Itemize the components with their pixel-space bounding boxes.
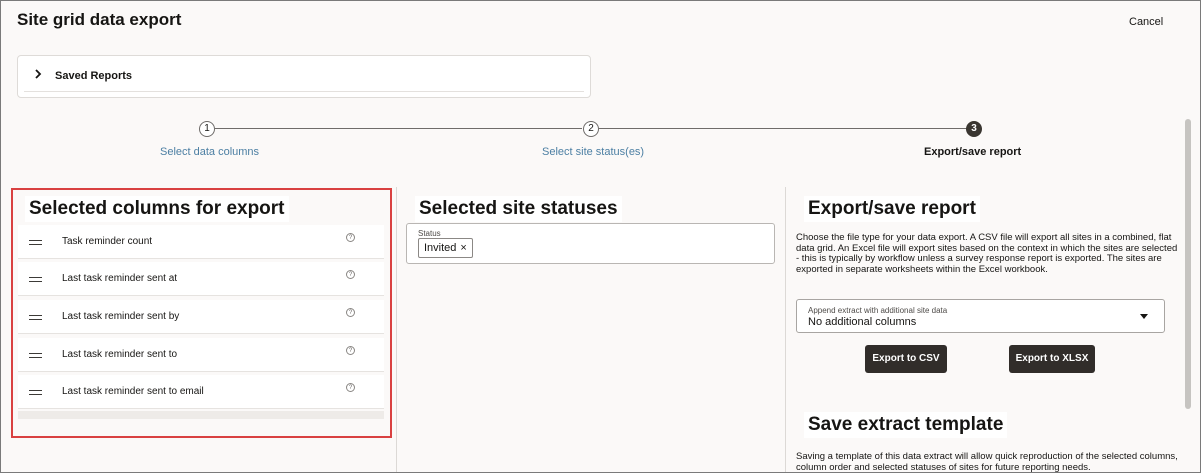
drag-handle-icon[interactable] bbox=[29, 240, 42, 245]
cancel-button[interactable]: Cancel bbox=[1129, 16, 1163, 28]
column-label: Last task reminder sent at bbox=[62, 273, 178, 284]
help-icon[interactable]: ? bbox=[346, 233, 355, 242]
save-template-heading: Save extract template bbox=[804, 412, 1008, 438]
drag-handle-icon[interactable] bbox=[29, 390, 42, 395]
page-title: Site grid data export bbox=[17, 10, 182, 29]
column-label: Last task reminder sent to email bbox=[62, 386, 204, 397]
saved-reports-section[interactable]: Saved Reports bbox=[17, 55, 591, 98]
column-row[interactable]: Last task reminder sent at ? bbox=[18, 262, 384, 296]
drag-handle-icon[interactable] bbox=[29, 277, 42, 282]
caret-down-icon[interactable] bbox=[1140, 314, 1148, 319]
append-extract-value: No additional columns bbox=[808, 316, 917, 328]
export-xlsx-button[interactable]: Export to XLSX bbox=[1009, 345, 1095, 373]
status-chip: Invited × bbox=[418, 238, 473, 258]
status-input[interactable]: Status Invited × bbox=[406, 223, 775, 264]
step-3-circle: 3 bbox=[966, 121, 982, 137]
append-extract-label: Append extract with additional site data bbox=[808, 306, 948, 315]
status-chip-label: Invited bbox=[424, 242, 457, 254]
column-row[interactable]: Last task reminder sent to email ? bbox=[18, 375, 384, 409]
step-connector bbox=[599, 128, 967, 129]
step-2-circle[interactable]: 2 bbox=[583, 121, 599, 137]
chevron-right-icon[interactable] bbox=[31, 67, 45, 81]
help-icon[interactable]: ? bbox=[346, 270, 355, 279]
column-label: Task reminder count bbox=[62, 236, 153, 247]
export-dialog: Site grid data export Cancel Saved Repor… bbox=[0, 0, 1201, 473]
selected-statuses-heading: Selected site statuses bbox=[415, 196, 622, 222]
selected-columns-heading: Selected columns for export bbox=[25, 196, 289, 222]
step-2-label[interactable]: Select site status(es) bbox=[542, 146, 644, 158]
export-csv-button[interactable]: Export to CSV bbox=[865, 345, 947, 373]
column-row[interactable]: Task reminder count ? bbox=[18, 225, 384, 259]
scrollbar-thumb[interactable] bbox=[1185, 119, 1191, 409]
column-label: Last task reminder sent to bbox=[62, 349, 178, 360]
column-divider bbox=[785, 187, 786, 472]
drag-handle-icon[interactable] bbox=[29, 315, 42, 320]
divider bbox=[24, 91, 584, 92]
export-save-heading: Export/save report bbox=[804, 196, 980, 222]
help-icon[interactable]: ? bbox=[346, 308, 355, 317]
column-row[interactable]: Last task reminder sent to ? bbox=[18, 338, 384, 372]
status-field-label: Status bbox=[418, 229, 441, 238]
list-footer bbox=[18, 411, 384, 419]
append-extract-select[interactable]: Append extract with additional site data… bbox=[796, 299, 1165, 333]
step-1-circle[interactable]: 1 bbox=[199, 121, 215, 137]
template-description: Saving a template of this data extract w… bbox=[796, 451, 1178, 473]
help-icon[interactable]: ? bbox=[346, 346, 355, 355]
column-row[interactable]: Last task reminder sent by ? bbox=[18, 300, 384, 334]
help-icon[interactable]: ? bbox=[346, 383, 355, 392]
remove-chip-icon[interactable]: × bbox=[460, 242, 466, 254]
column-label: Last task reminder sent by bbox=[62, 311, 180, 322]
step-3-label: Export/save report bbox=[924, 146, 1022, 158]
export-description: Choose the file type for your data expor… bbox=[796, 232, 1178, 275]
drag-handle-icon[interactable] bbox=[29, 353, 42, 358]
column-divider bbox=[396, 187, 397, 472]
saved-reports-label: Saved Reports bbox=[55, 70, 133, 82]
step-connector bbox=[215, 128, 582, 129]
step-1-label[interactable]: Select data columns bbox=[160, 146, 259, 158]
